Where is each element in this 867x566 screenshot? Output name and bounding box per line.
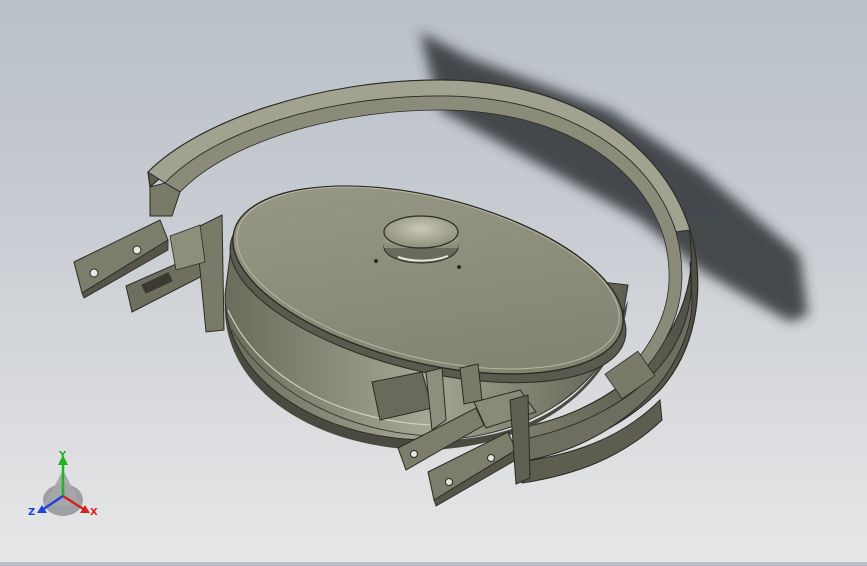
model-canvas[interactable]: Y X Z bbox=[0, 0, 867, 562]
triad-y-label: Y bbox=[58, 450, 67, 461]
coordinate-triad-icon[interactable]: Y X Z bbox=[28, 450, 98, 518]
left-bracket[interactable] bbox=[73, 214, 225, 333]
triad-x-label: X bbox=[90, 507, 98, 518]
graphics-viewport[interactable]: Y X Z bbox=[0, 0, 867, 562]
triad-z-label: Z bbox=[28, 507, 35, 518]
